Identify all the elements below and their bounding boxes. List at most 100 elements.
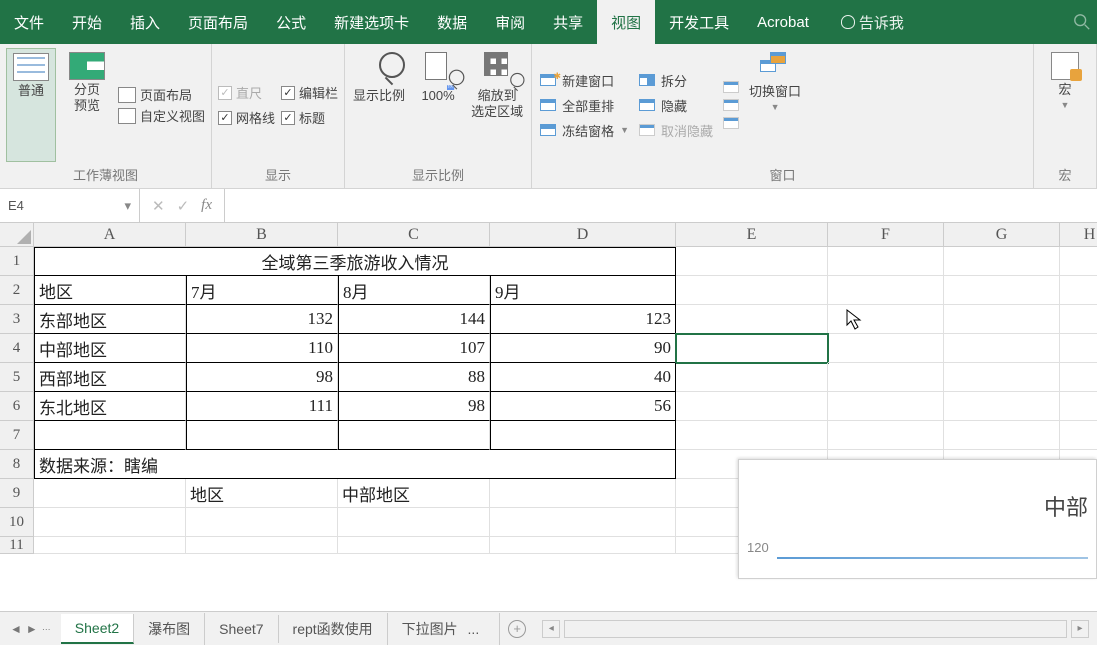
cell[interactable] xyxy=(186,421,338,450)
chart-overlay[interactable]: 中部 120 xyxy=(738,459,1097,579)
cell[interactable]: 40 xyxy=(490,363,676,392)
cell[interactable]: 56 xyxy=(490,392,676,421)
cell[interactable]: 144 xyxy=(338,305,490,334)
tab-nav[interactable]: ◄►… xyxy=(0,622,61,636)
row-headers[interactable]: 1234567891011 xyxy=(0,247,34,554)
col-header-C[interactable]: C xyxy=(338,223,490,247)
cell[interactable] xyxy=(34,479,186,508)
select-all-corner[interactable] xyxy=(0,223,34,247)
cell[interactable] xyxy=(338,537,490,554)
cell[interactable]: 全域第三季旅游收入情况 xyxy=(34,247,676,276)
pagelayout-button[interactable]: 页面布局 xyxy=(118,85,205,104)
tab-dropdown-img[interactable]: 下拉图片 ... xyxy=(388,613,501,645)
cell[interactable] xyxy=(34,537,186,554)
cell[interactable] xyxy=(676,421,828,450)
cell[interactable]: 7月 xyxy=(186,276,338,305)
menu-layout[interactable]: 页面布局 xyxy=(174,0,262,44)
cell[interactable] xyxy=(944,421,1060,450)
search-icon[interactable] xyxy=(1067,0,1097,44)
col-header-E[interactable]: E xyxy=(676,223,828,247)
menu-view[interactable]: 视图 xyxy=(597,0,655,44)
cell[interactable] xyxy=(1060,334,1097,363)
row-header-8[interactable]: 8 xyxy=(0,450,34,479)
row-header-6[interactable]: 6 xyxy=(0,392,34,421)
cell[interactable] xyxy=(828,276,944,305)
cell[interactable]: 90 xyxy=(490,334,676,363)
cell[interactable] xyxy=(1060,305,1097,334)
cell[interactable] xyxy=(828,392,944,421)
tab-waterfall[interactable]: 瀑布图 xyxy=(134,613,205,645)
cell[interactable] xyxy=(490,537,676,554)
cell[interactable] xyxy=(676,276,828,305)
scroll-right-button[interactable]: ▸ xyxy=(1071,620,1089,638)
cell[interactable] xyxy=(338,508,490,537)
tab-sheet7[interactable]: Sheet7 xyxy=(205,615,278,643)
freeze-panes-button[interactable]: 冻结窗格▼ xyxy=(538,119,631,142)
tab-sheet2[interactable]: Sheet2 xyxy=(61,614,134,644)
cell[interactable] xyxy=(944,392,1060,421)
cell[interactable] xyxy=(676,363,828,392)
cell[interactable] xyxy=(944,276,1060,305)
cell[interactable]: 8月 xyxy=(338,276,490,305)
split-button[interactable]: 拆分 xyxy=(637,69,715,92)
cell[interactable] xyxy=(676,392,828,421)
row-header-5[interactable]: 5 xyxy=(0,363,34,392)
row-header-11[interactable]: 11 xyxy=(0,537,34,554)
cell[interactable] xyxy=(676,305,828,334)
zoom-100-button[interactable]: 100100% xyxy=(413,48,463,162)
tab-rept[interactable]: rept函数使用 xyxy=(279,613,388,645)
zoom-selection-button[interactable]: 缩放到 选定区域 xyxy=(469,48,525,162)
cell[interactable] xyxy=(34,421,186,450)
cell[interactable] xyxy=(186,508,338,537)
h-scrollbar[interactable]: ◂ ▸ xyxy=(534,620,1097,638)
add-sheet-button[interactable]: + xyxy=(508,620,526,638)
col-header-F[interactable]: F xyxy=(828,223,944,247)
chevron-down-icon[interactable]: ▾ xyxy=(124,198,131,214)
macros-button[interactable]: 宏▼ xyxy=(1040,48,1090,162)
row-header-1[interactable]: 1 xyxy=(0,247,34,276)
cell[interactable] xyxy=(676,334,828,363)
menu-file[interactable]: 文件 xyxy=(0,0,58,44)
cell[interactable] xyxy=(828,334,944,363)
cell[interactable] xyxy=(490,479,676,508)
col-header-D[interactable]: D xyxy=(490,223,676,247)
cell[interactable]: 数据来源：瞎编 xyxy=(34,450,676,479)
switch-windows-button[interactable]: 切换窗口▼ xyxy=(747,48,803,162)
name-box[interactable]: E4▾ xyxy=(0,189,140,222)
cell[interactable] xyxy=(186,537,338,554)
cell[interactable]: 中部地区 xyxy=(34,334,186,363)
row-header-7[interactable]: 7 xyxy=(0,421,34,450)
cell[interactable]: 9月 xyxy=(490,276,676,305)
tell-me[interactable]: 告诉我 xyxy=(827,0,918,44)
cell[interactable]: 107 xyxy=(338,334,490,363)
menu-insert[interactable]: 插入 xyxy=(116,0,174,44)
cell[interactable] xyxy=(1060,392,1097,421)
menu-data[interactable]: 数据 xyxy=(423,0,481,44)
zoom-button[interactable]: 显示比例 xyxy=(351,48,407,162)
row-header-3[interactable]: 3 xyxy=(0,305,34,334)
hide-button[interactable]: 隐藏 xyxy=(637,94,715,117)
cell[interactable] xyxy=(34,508,186,537)
formula-input[interactable] xyxy=(225,189,1097,222)
cell[interactable] xyxy=(828,363,944,392)
scroll-track[interactable] xyxy=(564,620,1067,638)
menu-dev[interactable]: 开发工具 xyxy=(655,0,743,44)
row-header-2[interactable]: 2 xyxy=(0,276,34,305)
cell[interactable] xyxy=(828,421,944,450)
cell[interactable]: 中部地区 xyxy=(338,479,490,508)
col-header-A[interactable]: A xyxy=(34,223,186,247)
cell[interactable]: 111 xyxy=(186,392,338,421)
cell[interactable] xyxy=(944,305,1060,334)
cell[interactable]: 132 xyxy=(186,305,338,334)
cell[interactable]: 123 xyxy=(490,305,676,334)
cell[interactable] xyxy=(828,305,944,334)
custom-views-button[interactable]: 自定义视图 xyxy=(118,106,205,125)
row-header-4[interactable]: 4 xyxy=(0,334,34,363)
cell[interactable] xyxy=(1060,421,1097,450)
cell[interactable]: 东部地区 xyxy=(34,305,186,334)
new-window-button[interactable]: 新建窗口 xyxy=(538,69,631,92)
cell[interactable] xyxy=(490,508,676,537)
cell[interactable] xyxy=(944,334,1060,363)
formulabar-checkbox[interactable]: 编辑栏 xyxy=(281,80,338,105)
cell[interactable] xyxy=(1060,247,1097,276)
